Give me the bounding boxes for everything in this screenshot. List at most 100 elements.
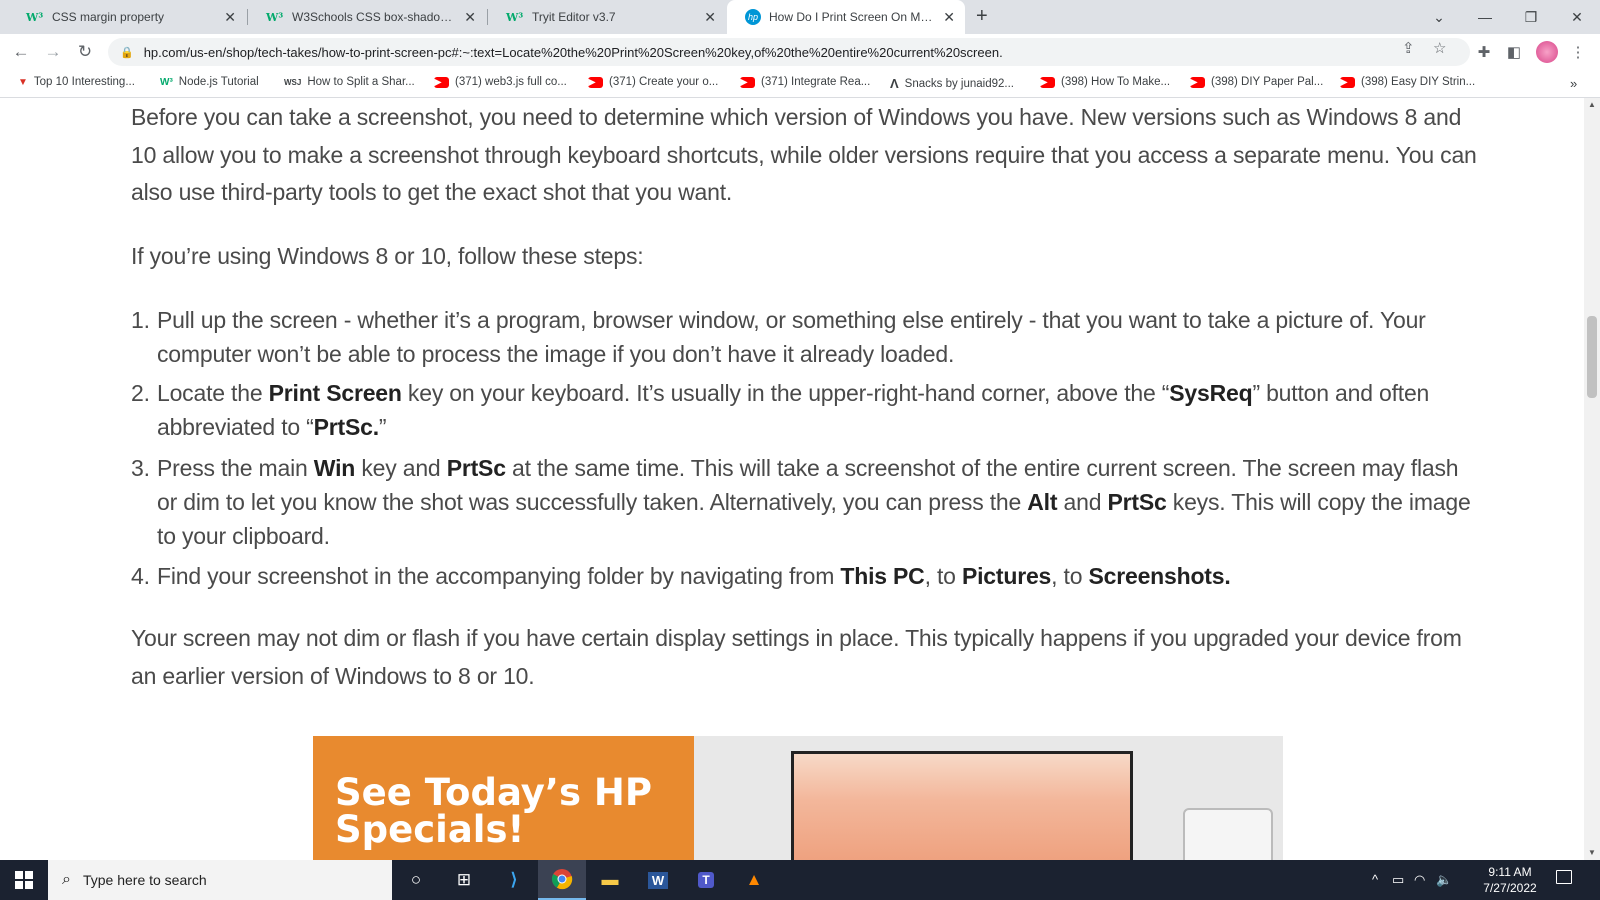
tab-title: W3Schools CSS box-shadow dem xyxy=(292,10,459,24)
monitor-image xyxy=(791,751,1133,860)
more-bookmarks-icon[interactable]: » xyxy=(1570,76,1577,91)
scrollbar-thumb[interactable] xyxy=(1587,316,1597,398)
windows-taskbar: ⌕ Type here to search ○ ⊞ ⟩ ▬ W T ▲ ^ ▭ … xyxy=(0,860,1600,900)
bookmark-label: Top 10 Interesting... xyxy=(33,76,135,88)
banner-orange-panel: See Today’s HP Specials! xyxy=(313,736,694,860)
step-number: 2. xyxy=(131,380,150,406)
start-button[interactable] xyxy=(0,860,48,900)
volume-icon[interactable]: 🔈 xyxy=(1436,872,1452,888)
tab-print-screen[interactable]: hp How Do I Print Screen On My PC ✕ xyxy=(727,0,965,34)
minimize-icon[interactable]: — xyxy=(1462,0,1508,34)
intro-paragraph: Before you can take a screenshot, you ne… xyxy=(131,104,1477,205)
hp-icon: hp xyxy=(745,9,761,25)
close-icon[interactable]: ✕ xyxy=(224,9,236,26)
bookmark-item[interactable]: Λ Snacks by junaid92... xyxy=(890,76,1014,91)
w3schools-icon: W³ xyxy=(506,10,524,24)
bookmark-star-icon[interactable]: ☆ xyxy=(1433,39,1446,57)
close-icon[interactable]: ✕ xyxy=(464,9,476,26)
cortana-icon[interactable]: ○ xyxy=(392,860,440,900)
w3schools-icon: W³ xyxy=(26,10,44,24)
w3schools-icon: W³ xyxy=(160,76,173,88)
hp-specials-banner[interactable]: See Today’s HP Specials! xyxy=(313,736,1283,860)
tab-tryit-editor[interactable]: W³ Tryit Editor v3.7 ✕ xyxy=(488,0,726,34)
steps-intro: If you’re using Windows 8 or 10, follow … xyxy=(131,243,644,269)
forward-icon[interactable]: → xyxy=(41,40,65,64)
tab-css-margin[interactable]: W³ CSS margin property ✕ xyxy=(8,0,246,34)
step-item: 2. Locate the Print Screen key on your k… xyxy=(131,376,1471,444)
menu-kebab-icon[interactable]: ⋮ xyxy=(1568,42,1588,62)
bookmark-item[interactable]: W³ Node.js Tutorial xyxy=(160,76,259,88)
windows-logo-icon xyxy=(15,871,33,889)
tab-title: Tryit Editor v3.7 xyxy=(532,10,616,24)
bookmark-label: (398) How To Make... xyxy=(1061,76,1171,88)
file-explorer-icon[interactable]: ▬ xyxy=(586,860,634,900)
bookmark-label: (371) web3.js full co... xyxy=(455,76,567,88)
search-icon: ⌕ xyxy=(62,871,71,888)
wifi-icon[interactable]: ◠ xyxy=(1414,872,1425,888)
key-sysreq: SysReq xyxy=(1169,380,1253,406)
lock-icon: 🔒 xyxy=(120,46,134,59)
word-icon[interactable]: W xyxy=(634,860,682,900)
close-icon[interactable]: ✕ xyxy=(943,9,955,26)
vscode-icon[interactable]: ⟩ xyxy=(490,860,538,900)
youtube-icon: ▶ xyxy=(1040,76,1055,88)
youtube-icon: ▶ xyxy=(740,76,755,88)
key-prtsc: PrtSc. xyxy=(313,414,379,440)
step-item: 3. Press the main Win key and PrtSc at t… xyxy=(131,451,1471,553)
reload-icon[interactable]: ↻ xyxy=(73,40,97,64)
tab-search-chevron-icon[interactable]: ⌄ xyxy=(1416,0,1462,34)
extensions-icon[interactable]: ✚ xyxy=(1474,42,1494,62)
bookmark-item[interactable]: ▶ (371) Create your o... xyxy=(588,76,718,88)
bookmark-item[interactable]: ▶ (398) Easy DIY Strin... xyxy=(1340,76,1475,88)
notifications-icon[interactable] xyxy=(1556,870,1572,884)
scroll-down-icon[interactable]: ▼ xyxy=(1588,848,1596,857)
banner-title: See Today’s HP Specials! xyxy=(335,771,652,851)
step-text: Pull up the screen - whether it’s a prog… xyxy=(157,307,1426,367)
back-icon[interactable]: ← xyxy=(9,40,33,64)
bookmark-red-icon: ▼ xyxy=(18,76,28,88)
bookmark-item[interactable]: ▼ Top 10 Interesting... xyxy=(18,76,135,88)
bookmark-item[interactable]: ▶ (371) web3.js full co... xyxy=(434,76,567,88)
clock-time: 9:11 AM xyxy=(1488,865,1532,879)
tab-box-shadow[interactable]: W³ W3Schools CSS box-shadow dem ✕ xyxy=(248,0,486,34)
wsj-icon: WSJ xyxy=(284,77,302,87)
youtube-icon: ▶ xyxy=(1190,76,1205,88)
step-text: Locate the Print Screen key on your keyb… xyxy=(157,380,1430,440)
step-number: 4. xyxy=(131,563,150,589)
clock-date: 7/27/2022 xyxy=(1483,881,1537,895)
battery-icon[interactable]: ▭ xyxy=(1392,872,1404,888)
address-bar[interactable]: 🔒 hp.com/us-en/shop/tech-takes/how-to-pr… xyxy=(108,38,1470,66)
bookmark-label: (398) Easy DIY Strin... xyxy=(1361,76,1476,88)
scroll-up-icon[interactable]: ▲ xyxy=(1588,100,1596,109)
w3schools-icon: W³ xyxy=(266,10,284,24)
page-scrollbar[interactable]: ▲ ▼ xyxy=(1584,98,1600,860)
vlc-icon[interactable]: ▲ xyxy=(730,860,778,900)
tab-title: How Do I Print Screen On My PC xyxy=(769,10,938,24)
step-item: 4. Find your screenshot in the accompany… xyxy=(131,559,1471,593)
note-paragraph: Your screen may not dim or flash if you … xyxy=(131,625,1462,689)
search-placeholder: Type here to search xyxy=(82,872,207,888)
show-hidden-icons-chevron[interactable]: ^ xyxy=(1372,872,1378,887)
youtube-icon: ▶ xyxy=(1340,76,1355,88)
bookmark-label: How to Split a Shar... xyxy=(307,76,415,88)
tab-title: CSS margin property xyxy=(52,10,165,24)
bookmark-item[interactable]: ▶ (371) Integrate Rea... xyxy=(740,76,870,88)
restore-icon[interactable]: ❐ xyxy=(1508,0,1554,34)
taskbar-search[interactable]: ⌕ Type here to search xyxy=(48,860,392,900)
bookmark-item[interactable]: WSJ How to Split a Shar... xyxy=(284,76,415,88)
side-panel-icon[interactable]: ◧ xyxy=(1504,42,1524,62)
share-icon[interactable]: ⇪ xyxy=(1402,39,1415,57)
chrome-icon[interactable] xyxy=(538,860,586,900)
key-prtsc: PrtSc xyxy=(1107,489,1167,515)
new-tab-button[interactable]: + xyxy=(976,5,988,28)
window-close-icon[interactable]: ✕ xyxy=(1554,0,1600,34)
teams-icon[interactable]: T xyxy=(682,860,730,900)
bookmark-item[interactable]: ▶ (398) DIY Paper Pal... xyxy=(1190,76,1323,88)
task-view-icon[interactable]: ⊞ xyxy=(440,860,488,900)
profile-avatar[interactable] xyxy=(1536,41,1558,63)
taskbar-clock[interactable]: 9:11 AM 7/27/2022 xyxy=(1478,864,1542,896)
youtube-icon: ▶ xyxy=(588,76,603,88)
bookmark-item[interactable]: ▶ (398) How To Make... xyxy=(1040,76,1170,88)
tab-strip: W³ CSS margin property ✕ W³ W3Schools CS… xyxy=(0,0,1600,34)
close-icon[interactable]: ✕ xyxy=(704,9,716,26)
